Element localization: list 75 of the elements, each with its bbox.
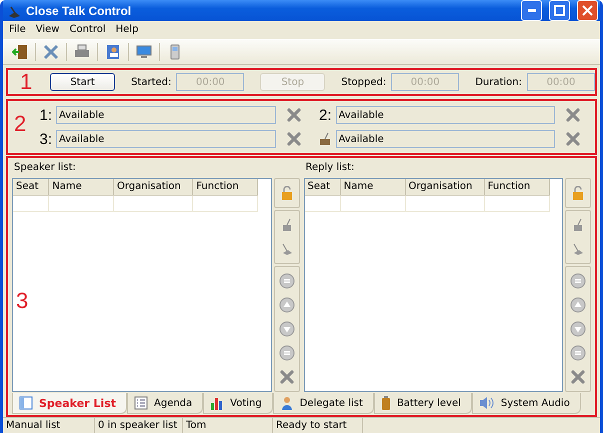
door-icon: [12, 44, 28, 60]
column-header[interactable]: Seat: [304, 179, 340, 195]
section-number: 3: [16, 290, 28, 312]
tab[interactable]: Battery level: [374, 393, 472, 414]
column-header[interactable]: Organisation: [114, 179, 193, 195]
column-header[interactable]: Function: [484, 179, 549, 195]
battery-icon: [380, 396, 391, 410]
field-label: Started:: [131, 76, 172, 88]
person-icon: [280, 396, 294, 410]
tab-label: Battery level: [396, 398, 461, 408]
section-number: 1: [20, 71, 32, 93]
tab-label: System Audio: [500, 398, 570, 408]
status-text: Tom: [183, 418, 273, 433]
microphone-icon: [571, 218, 585, 232]
column-header[interactable]: Name: [340, 179, 405, 195]
microphone-slot-field[interactable]: Available: [336, 106, 555, 124]
tab-label: Delegate list: [300, 398, 363, 408]
maximize-icon: [554, 5, 565, 16]
menu-item[interactable]: Help: [116, 24, 138, 36]
microphone-slot-field[interactable]: Available: [56, 106, 276, 124]
close-icon: [286, 132, 300, 146]
tab-label: Voting: [230, 398, 262, 408]
tab-label: Speaker List: [39, 396, 116, 410]
mobile-phone-icon: [170, 44, 180, 60]
close-icon: [566, 108, 580, 122]
tab[interactable]: System Audio: [472, 393, 581, 414]
microphone-icon: [571, 242, 585, 256]
tab[interactable]: Speaker List: [12, 393, 127, 414]
tab[interactable]: Agenda: [127, 393, 204, 414]
printer-icon: [74, 44, 90, 60]
seat-number: 3:: [38, 130, 52, 148]
column-header[interactable]: Seat: [13, 179, 49, 195]
microphone-slot-field[interactable]: Available: [336, 130, 555, 148]
close-icon: [571, 370, 585, 384]
column-header[interactable]: Organisation: [405, 179, 484, 195]
microphone-slot-field[interactable]: Available: [56, 130, 276, 148]
status-text: 0 in speaker list: [95, 418, 183, 433]
start-button[interactable]: Start: [50, 73, 116, 91]
tab[interactable]: Delegate list: [272, 393, 374, 414]
close-icon: [566, 132, 580, 146]
column-header[interactable]: Function: [192, 179, 258, 195]
status-text: Ready to start: [273, 418, 363, 433]
column-header[interactable]: Name: [48, 179, 114, 195]
field-label: Stopped:: [341, 76, 386, 88]
tab-label: Agenda: [154, 398, 192, 408]
menu-item[interactable]: View: [36, 24, 60, 36]
address-book-icon: [105, 44, 121, 60]
lock-icon: [280, 186, 292, 200]
close-icon: [582, 5, 593, 16]
list-icon: [134, 396, 148, 410]
close-icon: [280, 370, 294, 384]
microphone-icon: [280, 242, 294, 256]
speaker-icon: [478, 396, 495, 410]
list-label: Speaker list:: [13, 162, 77, 175]
monitor-icon: [136, 44, 152, 60]
seat-number: 1:: [38, 106, 52, 124]
lock-icon: [572, 186, 584, 200]
chairman-microphone-icon: [318, 132, 332, 146]
minimize-icon: [528, 9, 536, 12]
maximize-button[interactable]: [549, 0, 570, 21]
menu-item[interactable]: Control: [69, 24, 106, 36]
window-title: Close Talk Control: [26, 4, 132, 18]
status-text: Manual list: [3, 418, 95, 433]
close-button[interactable]: [577, 0, 598, 21]
close-icon: [286, 108, 300, 122]
field-label: Duration:: [475, 76, 522, 88]
list-icon: [19, 396, 33, 410]
menu-item[interactable]: File: [9, 24, 26, 36]
minimize-button[interactable]: [521, 0, 542, 21]
list-label: Reply list:: [304, 162, 356, 175]
seat-number: 2:: [318, 106, 332, 124]
section-number: 2: [14, 113, 26, 135]
list-view[interactable]: Seat Name Organisation Function: [304, 178, 563, 392]
tab[interactable]: Voting: [203, 393, 273, 414]
bar-chart-icon: [210, 396, 224, 410]
